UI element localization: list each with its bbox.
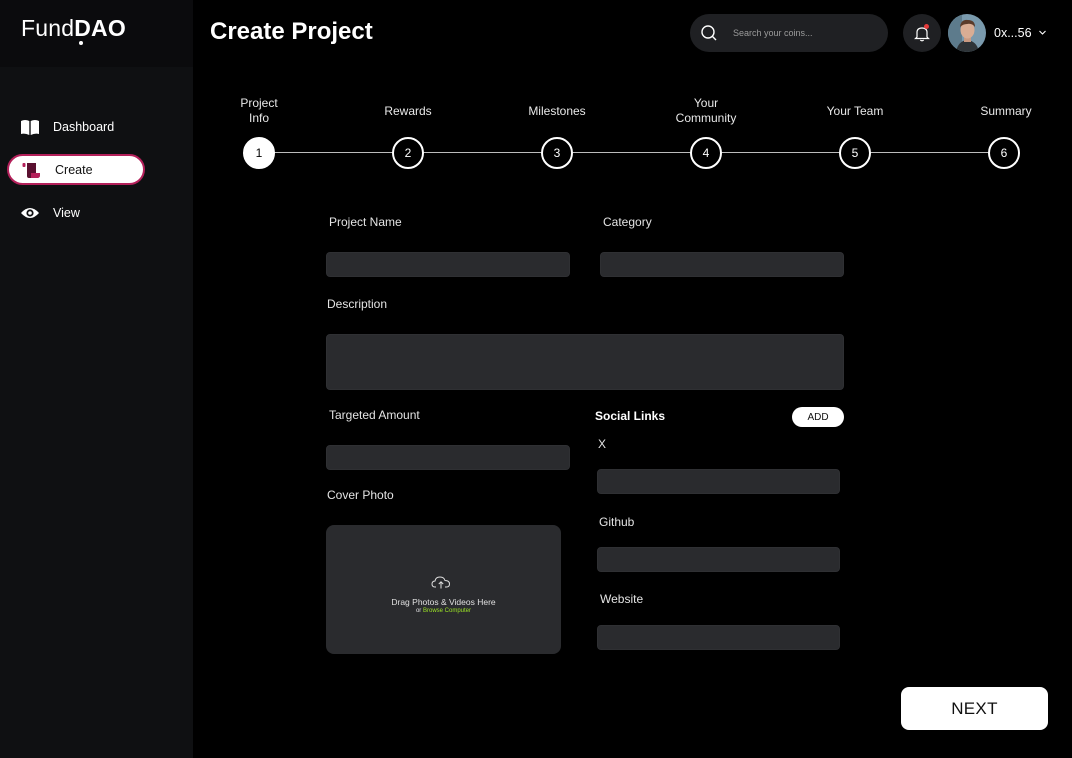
step-label-line: Your	[693, 96, 719, 110]
step-label: Your Community	[661, 96, 751, 126]
avatar[interactable]	[948, 14, 986, 52]
cover-photo-dropzone[interactable]: Drag Photos & Videos Here or Browse Comp…	[326, 525, 561, 654]
sidebar-item-create[interactable]: Create	[7, 154, 145, 185]
brand-name-light: Fund	[21, 15, 75, 41]
book-icon	[19, 116, 41, 138]
step-number: 4	[690, 137, 722, 169]
brand-dot-icon	[79, 41, 83, 45]
description-textarea[interactable]	[326, 334, 844, 390]
project-name-label: Project Name	[329, 215, 402, 229]
step-label: Summary	[961, 104, 1051, 119]
step-number: 2	[392, 137, 424, 169]
project-name-input[interactable]	[326, 252, 570, 277]
step-number: 1	[243, 137, 275, 169]
browse-computer-link[interactable]: Browse Computer	[423, 608, 471, 614]
sidebar-item-dashboard[interactable]: Dashboard	[7, 111, 145, 142]
eye-icon	[19, 202, 41, 224]
github-label: Github	[599, 515, 635, 529]
account-address[interactable]: 0x...56	[994, 26, 1032, 40]
search-input[interactable]	[733, 28, 873, 38]
dropzone-subtext: or Browse Computer	[326, 608, 561, 614]
search-bar[interactable]	[690, 14, 888, 52]
step-label: Project Info	[214, 96, 304, 126]
dropzone-text: Drag Photos & Videos Here	[391, 597, 496, 607]
step-label-line: Project	[240, 96, 278, 110]
category-input[interactable]	[600, 252, 844, 277]
step-label-line: Milestones	[528, 104, 586, 118]
step-label: Your Team	[810, 104, 900, 119]
scroll-icon	[21, 159, 43, 181]
step-label: Rewards	[363, 104, 453, 119]
notifications-button[interactable]	[903, 14, 941, 52]
step-label: Milestones	[512, 104, 602, 119]
add-social-link-button[interactable]: ADD	[792, 407, 844, 427]
search-icon	[700, 24, 718, 42]
step-label-line: Info	[248, 111, 269, 125]
category-label: Category	[603, 215, 652, 229]
x-link-input[interactable]	[597, 469, 840, 494]
sidebar-item-label: Create	[55, 162, 93, 177]
step-label-line: Your Team	[826, 104, 884, 118]
stepper-line	[259, 152, 1004, 153]
description-label: Description	[327, 297, 388, 311]
brand-name-bold: DAO	[74, 15, 126, 41]
notification-dot	[924, 24, 929, 29]
chevron-down-icon[interactable]	[1038, 28, 1047, 37]
app-root: FundDAO Dashboard Create View Create Pro…	[0, 0, 1072, 758]
page-title: Create Project	[210, 18, 373, 45]
social-links-title: Social Links	[595, 409, 666, 423]
step-label-line: Community	[675, 111, 737, 125]
sidebar: FundDAO Dashboard Create View	[0, 0, 193, 758]
targeted-amount-input[interactable]	[326, 445, 570, 470]
cover-photo-label: Cover Photo	[327, 488, 394, 502]
github-link-input[interactable]	[597, 547, 840, 572]
website-link-input[interactable]	[597, 625, 840, 650]
step-number: 5	[839, 137, 871, 169]
website-label: Website	[600, 592, 644, 606]
sidebar-item-view[interactable]: View	[7, 197, 145, 228]
step-label-line: Rewards	[384, 104, 432, 118]
step-number: 6	[988, 137, 1020, 169]
brand-logo[interactable]: FundDAO	[21, 15, 126, 42]
dropzone-or: or	[415, 608, 423, 614]
sidebar-item-label: View	[53, 205, 80, 220]
step-label-line: Summary	[980, 104, 1032, 118]
targeted-amount-label: Targeted Amount	[329, 408, 420, 422]
next-button[interactable]: NEXT	[901, 687, 1048, 730]
x-label: X	[598, 437, 607, 451]
cloud-upload-icon	[431, 576, 451, 589]
logo-area: FundDAO	[0, 0, 193, 67]
sidebar-item-label: Dashboard	[53, 119, 115, 134]
step-number: 3	[541, 137, 573, 169]
